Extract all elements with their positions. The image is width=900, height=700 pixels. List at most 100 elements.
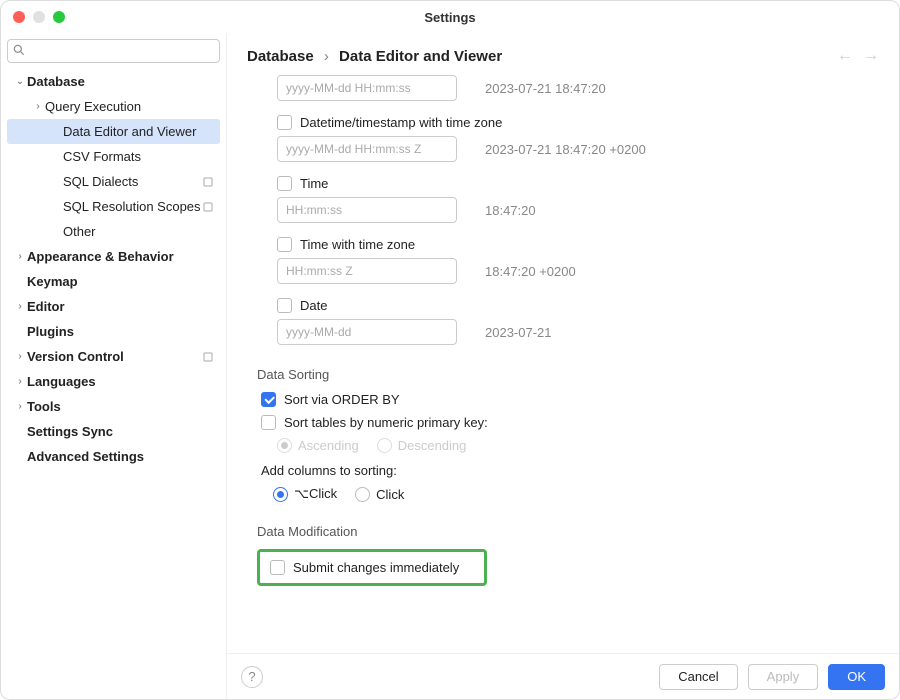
breadcrumb-separator-icon: › — [324, 48, 329, 65]
time-format-input[interactable] — [277, 197, 457, 223]
minimize-window-icon — [33, 11, 45, 23]
date-checkbox[interactable] — [277, 298, 292, 313]
sidebar-item-database[interactable]: ⌄Database — [7, 69, 220, 94]
sidebar-item-label: SQL Resolution Scopes — [63, 199, 202, 214]
submit-changes-highlight: Submit changes immediately — [257, 549, 487, 586]
breadcrumb-root[interactable]: Database — [247, 48, 314, 65]
datetime-tz-label: Datetime/timestamp with time zone — [300, 115, 502, 130]
sidebar-item-plugins[interactable]: Plugins — [7, 319, 220, 344]
add-columns-label: Add columns to sorting: — [261, 463, 879, 478]
zoom-window-icon[interactable] — [53, 11, 65, 23]
sidebar-item-label: Keymap — [27, 274, 220, 289]
chevron-right-icon[interactable]: › — [13, 376, 27, 387]
sidebar-item-label: Database — [27, 74, 220, 89]
apply-button[interactable]: Apply — [748, 664, 819, 690]
optclick-radio[interactable] — [273, 487, 288, 502]
sidebar-item-label: Tools — [27, 399, 220, 414]
sidebar-item-sql-dialects[interactable]: SQL Dialects — [7, 169, 220, 194]
search-input[interactable] — [7, 39, 220, 63]
sidebar-item-label: Advanced Settings — [27, 449, 220, 464]
submit-immediately-checkbox[interactable] — [270, 560, 285, 575]
settings-tree: ⌄Database›Query ExecutionData Editor and… — [7, 69, 220, 693]
sidebar-item-label: Editor — [27, 299, 220, 314]
sort-numeric-pk-checkbox[interactable] — [261, 415, 276, 430]
sidebar-item-editor[interactable]: ›Editor — [7, 294, 220, 319]
sidebar-item-other[interactable]: Other — [7, 219, 220, 244]
search-icon — [12, 43, 26, 57]
sidebar-item-query-execution[interactable]: ›Query Execution — [7, 94, 220, 119]
project-scope-icon — [202, 351, 214, 363]
help-button[interactable]: ? — [241, 666, 263, 688]
data-modification-section: Data Modification — [257, 524, 879, 539]
datetime-tz-checkbox[interactable] — [277, 115, 292, 130]
content-header: Database › Data Editor and Viewer ← → — [227, 33, 899, 75]
sidebar-item-label: Settings Sync — [27, 424, 220, 439]
sidebar-item-label: Languages — [27, 374, 220, 389]
time-tz-checkbox[interactable] — [277, 237, 292, 252]
optclick-label: ⌥Click — [294, 486, 337, 502]
sidebar-item-languages[interactable]: ›Languages — [7, 369, 220, 394]
sidebar-item-settings-sync[interactable]: Settings Sync — [7, 419, 220, 444]
date-format-input[interactable] — [277, 319, 457, 345]
breadcrumb-current: Data Editor and Viewer — [339, 48, 502, 65]
sort-numeric-pk-label: Sort tables by numeric primary key: — [284, 415, 488, 430]
chevron-right-icon[interactable]: › — [13, 301, 27, 312]
ascending-label: Ascending — [298, 438, 359, 453]
datetime-sample: 2023-07-21 18:47:20 — [485, 81, 606, 96]
time-label: Time — [300, 176, 328, 191]
data-sorting-section: Data Sorting — [257, 367, 879, 382]
datetime-tz-sample: 2023-07-21 18:47:20 +0200 — [485, 142, 646, 157]
click-radio[interactable] — [355, 487, 370, 502]
sidebar-item-advanced-settings[interactable]: Advanced Settings — [7, 444, 220, 469]
chevron-right-icon[interactable]: › — [13, 351, 27, 362]
nav-back-icon[interactable]: ← — [837, 47, 853, 65]
datetime-format-input[interactable] — [277, 75, 457, 101]
sidebar-item-csv-formats[interactable]: CSV Formats — [7, 144, 220, 169]
sidebar-item-data-editor-and-viewer[interactable]: Data Editor and Viewer — [7, 119, 220, 144]
time-tz-label: Time with time zone — [300, 237, 415, 252]
cancel-button[interactable]: Cancel — [659, 664, 737, 690]
titlebar: Settings — [1, 1, 899, 33]
time-sample: 18:47:20 — [485, 203, 536, 218]
sidebar-item-label: Data Editor and Viewer — [63, 124, 220, 139]
dialog-footer: ? Cancel Apply OK — [227, 653, 899, 699]
click-label: Click — [376, 487, 404, 502]
sidebar-item-label: Query Execution — [45, 99, 220, 114]
settings-scroll-area[interactable]: 2023-07-21 18:47:20 Datetime/timestamp w… — [227, 75, 899, 653]
descending-label: Descending — [398, 438, 467, 453]
project-scope-icon — [202, 176, 214, 188]
sidebar-item-appearance-behavior[interactable]: ›Appearance & Behavior — [7, 244, 220, 269]
datetime-tz-format-input[interactable] — [277, 136, 457, 162]
ok-button[interactable]: OK — [828, 664, 885, 690]
window-title: Settings — [1, 10, 899, 25]
chevron-down-icon[interactable]: ⌄ — [13, 76, 27, 87]
sidebar-item-label: CSV Formats — [63, 149, 220, 164]
sidebar-item-tools[interactable]: ›Tools — [7, 394, 220, 419]
submit-immediately-label: Submit changes immediately — [293, 560, 459, 575]
sidebar-item-label: Version Control — [27, 349, 202, 364]
sidebar-item-version-control[interactable]: ›Version Control — [7, 344, 220, 369]
breadcrumb: Database › Data Editor and Viewer — [247, 48, 502, 65]
sidebar-item-label: Other — [63, 224, 220, 239]
nav-forward-icon[interactable]: → — [863, 47, 879, 65]
sort-via-orderby-label: Sort via ORDER BY — [284, 392, 400, 407]
sidebar-item-label: Plugins — [27, 324, 220, 339]
date-label: Date — [300, 298, 327, 313]
time-tz-sample: 18:47:20 +0200 — [485, 264, 576, 279]
chevron-right-icon[interactable]: › — [31, 101, 45, 112]
time-tz-format-input[interactable] — [277, 258, 457, 284]
time-checkbox[interactable] — [277, 176, 292, 191]
sidebar-item-keymap[interactable]: Keymap — [7, 269, 220, 294]
sort-via-orderby-checkbox[interactable] — [261, 392, 276, 407]
ascending-radio — [277, 438, 292, 453]
sidebar-item-label: SQL Dialects — [63, 174, 202, 189]
project-scope-icon — [202, 201, 214, 213]
chevron-right-icon[interactable]: › — [13, 251, 27, 262]
close-window-icon[interactable] — [13, 11, 25, 23]
sidebar: ⌄Database›Query ExecutionData Editor and… — [1, 33, 227, 699]
window-controls — [13, 11, 65, 23]
descending-radio — [377, 438, 392, 453]
sidebar-item-label: Appearance & Behavior — [27, 249, 220, 264]
sidebar-item-sql-resolution-scopes[interactable]: SQL Resolution Scopes — [7, 194, 220, 219]
chevron-right-icon[interactable]: › — [13, 401, 27, 412]
